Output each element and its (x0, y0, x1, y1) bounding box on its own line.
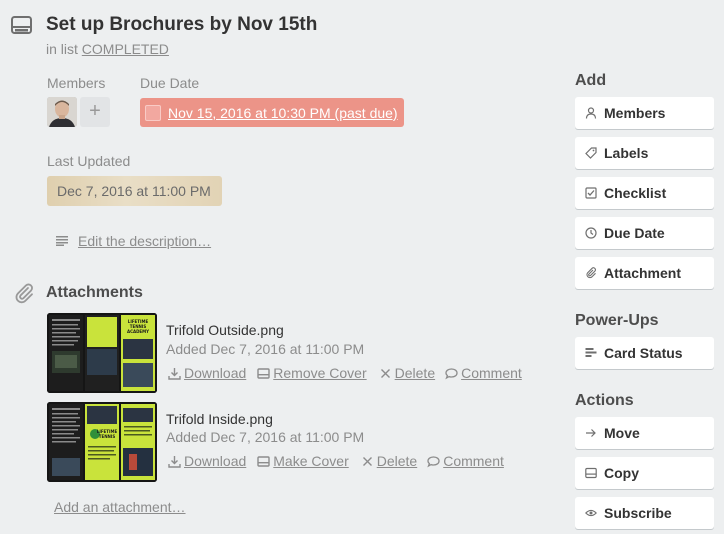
members-button-label[interactable]: Members (604, 105, 665, 121)
make-cover-label[interactable]: Make Cover (273, 453, 348, 469)
download-icon (168, 455, 181, 468)
person-icon (585, 107, 597, 119)
card-icon (585, 467, 597, 479)
close-icon (362, 456, 372, 466)
paperclip-icon (15, 283, 33, 304)
paperclip-icon (586, 267, 596, 279)
members-label: Members (47, 75, 106, 91)
delete-label[interactable]: Delete (395, 365, 435, 381)
avatar[interactable] (47, 97, 77, 127)
in-list-prefix: in list (46, 41, 78, 57)
close-icon (380, 368, 390, 378)
brochure-text: ACADEMY (127, 329, 149, 334)
brochure-inside-image: LIFETIME TENNIS (47, 402, 157, 482)
clock-icon (585, 227, 597, 239)
attachment-thumbnail[interactable]: LIFETIME TENNIS (47, 402, 157, 482)
checklist-button-label[interactable]: Checklist (604, 185, 666, 201)
last-updated-label: Last Updated (47, 153, 131, 169)
brochure-outside-image: LIFETIME TENNIS ACADEMY (47, 313, 157, 393)
attachment-date: Added Dec 7, 2016 at 11:00 PM (166, 341, 365, 357)
subscribe-button[interactable]: Subscribe (575, 497, 714, 529)
download-label[interactable]: Download (184, 365, 246, 381)
attachment-name[interactable]: Trifold Outside.png (166, 322, 284, 338)
add-member-button[interactable]: + (80, 97, 110, 127)
download-label[interactable]: Download (184, 453, 246, 469)
copy-button-label[interactable]: Copy (604, 465, 639, 481)
label-icon (585, 147, 597, 159)
attachment-name[interactable]: Trifold Inside.png (166, 411, 273, 427)
due-date-value[interactable]: Nov 15, 2016 at 10:30 PM (past due) (168, 105, 398, 121)
attachment-actions: Download Make Cover Delete Comment (168, 453, 504, 469)
subscribe-button-label[interactable]: Subscribe (604, 505, 672, 521)
card-status-button-label[interactable]: Card Status (604, 345, 683, 361)
attachments-heading: Attachments (46, 284, 143, 301)
arrow-right-icon (586, 429, 596, 437)
card-icon (11, 16, 32, 34)
brochure-text: TENNIS (99, 434, 116, 439)
comment-label[interactable]: Comment (443, 453, 504, 469)
last-updated-value: Dec 7, 2016 at 11:00 PM (47, 176, 222, 206)
attachment-date: Added Dec 7, 2016 at 11:00 PM (166, 429, 365, 445)
delete-label[interactable]: Delete (377, 453, 417, 469)
due-date-label: Due Date (140, 75, 200, 91)
move-button[interactable]: Move (575, 417, 714, 449)
list-info: in list COMPLETED (46, 41, 169, 57)
card-status-button[interactable]: Card Status (575, 337, 714, 369)
card-status-icon (585, 348, 597, 357)
attachment-button-label[interactable]: Attachment (604, 265, 681, 281)
members-button[interactable]: Members (575, 97, 714, 129)
checklist-button[interactable]: Checklist (575, 177, 714, 209)
delete-link[interactable]: Delete (361, 453, 417, 469)
attachment-thumbnail[interactable]: LIFETIME TENNIS ACADEMY (47, 313, 157, 393)
card-title[interactable]: Set up Brochures by Nov 15th (46, 14, 317, 36)
add-heading: Add (575, 72, 607, 89)
due-date-badge[interactable]: Nov 15, 2016 at 10:30 PM (past due) (140, 98, 404, 127)
download-icon (168, 367, 181, 380)
due-date-button-label[interactable]: Due Date (604, 225, 665, 241)
delete-link[interactable]: Delete (379, 365, 435, 381)
download-link[interactable]: Download (168, 453, 246, 469)
comment-label[interactable]: Comment (461, 365, 522, 381)
comment-link[interactable]: Comment (427, 453, 504, 469)
eye-icon (585, 509, 597, 517)
make-cover-link[interactable]: Make Cover (257, 453, 349, 469)
edit-description-link[interactable]: Edit the description… (78, 233, 211, 249)
attachment-button[interactable]: Attachment (575, 257, 714, 289)
comment-icon (445, 367, 458, 379)
checklist-icon (585, 187, 597, 199)
avatar-image (47, 97, 77, 127)
move-button-label[interactable]: Move (604, 425, 640, 441)
remove-cover-link[interactable]: Remove Cover (257, 365, 367, 381)
labels-button-label[interactable]: Labels (604, 145, 648, 161)
attachment-actions: Download Remove Cover Delete Comment (168, 365, 522, 381)
actions-heading: Actions (575, 392, 634, 409)
due-complete-checkbox[interactable] (145, 104, 161, 121)
labels-button[interactable]: Labels (575, 137, 714, 169)
description-icon (56, 236, 68, 246)
power-ups-heading: Power-Ups (575, 312, 659, 329)
cover-icon (257, 455, 270, 467)
remove-cover-label[interactable]: Remove Cover (273, 365, 366, 381)
copy-button[interactable]: Copy (575, 457, 714, 489)
comment-link[interactable]: Comment (445, 365, 522, 381)
add-attachment-link[interactable]: Add an attachment… (54, 499, 186, 515)
comment-icon (427, 455, 440, 467)
list-name-link[interactable]: COMPLETED (82, 41, 169, 57)
download-link[interactable]: Download (168, 365, 246, 381)
cover-icon (257, 367, 270, 379)
due-date-button[interactable]: Due Date (575, 217, 714, 249)
